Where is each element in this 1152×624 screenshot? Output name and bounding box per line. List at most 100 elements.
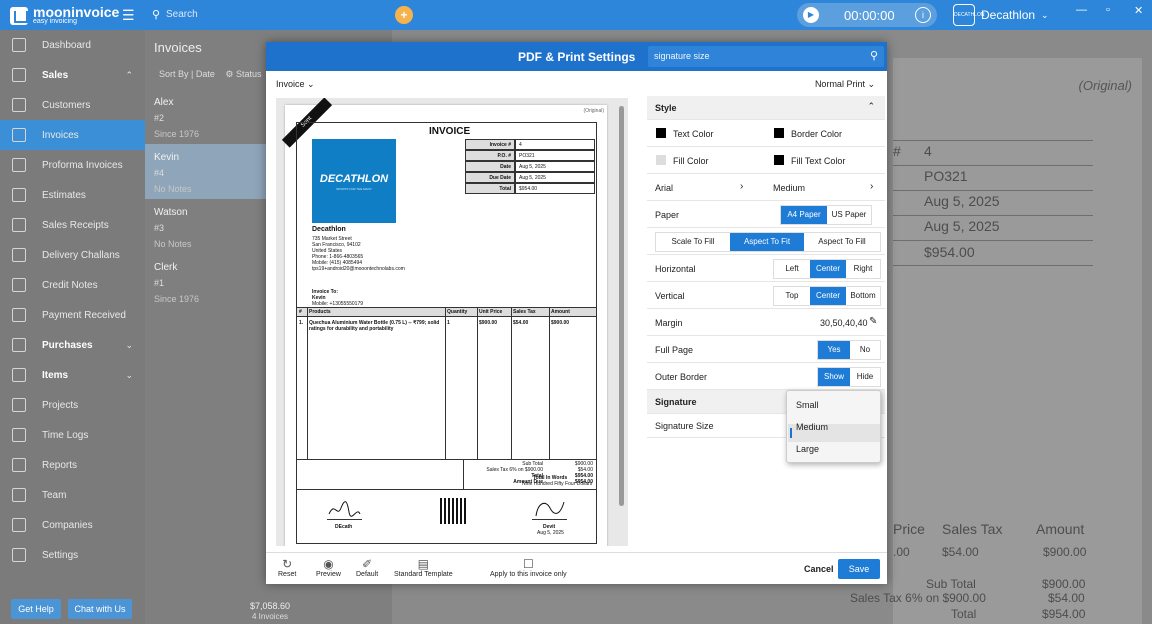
search-icon[interactable]: ⚲ <box>870 49 878 62</box>
invoice-number: #1 <box>154 278 165 288</box>
aspect-to-fill-button[interactable]: Aspect To Fill <box>804 233 880 251</box>
fill-color-swatch[interactable] <box>656 155 666 165</box>
print-mode-dropdown[interactable]: Normal Print ⌄ <box>815 79 875 90</box>
horizontal-segmented: Left Center Right <box>773 259 881 279</box>
full-page-no-button[interactable]: No <box>850 341 880 359</box>
preview-meta-value: PO321 <box>515 150 595 161</box>
play-icon[interactable]: ▶ <box>803 7 819 23</box>
sidebar-item-delivery-challans[interactable]: Delivery Challans <box>0 240 145 270</box>
us-paper-button[interactable]: US Paper <box>827 206 871 224</box>
align-middle-button[interactable]: Center <box>810 287 846 305</box>
add-new-button[interactable]: + <box>395 6 413 24</box>
sidebar-item-payment-received[interactable]: Payment Received <box>0 300 145 330</box>
chevron-right-icon[interactable]: › <box>740 181 743 192</box>
align-left-button[interactable]: Left <box>774 260 810 278</box>
sort-dropdown[interactable]: Sort By | Date <box>159 69 215 79</box>
apply-this-invoice-checkbox[interactable]: ☐ Apply to this invoice only <box>490 557 567 578</box>
vertical-row: Vertical Top Center Bottom <box>647 282 885 309</box>
align-top-button[interactable]: Top <box>774 287 810 305</box>
size-option-small[interactable]: Small <box>796 400 819 410</box>
list-tools: Sort By | Date ⚙ Status <box>159 69 261 80</box>
standard-template-button[interactable]: ▤ Standard Template <box>394 557 453 578</box>
estimate-icon <box>12 188 26 202</box>
text-color-swatch[interactable] <box>656 128 666 138</box>
save-button[interactable]: Save <box>838 559 880 579</box>
app-logo[interactable]: mooninvoice easy invoicing <box>10 5 119 26</box>
cancel-button[interactable]: Cancel <box>804 564 834 574</box>
dashboard-icon <box>12 38 26 52</box>
sidebar-item-time-logs[interactable]: Time Logs <box>0 420 145 450</box>
align-center-button[interactable]: Center <box>810 260 846 278</box>
preview-sign-date: Aug 5, 2025 <box>537 530 564 536</box>
chevron-right-icon[interactable]: › <box>870 181 873 192</box>
global-search-input[interactable]: Search <box>166 9 198 20</box>
sidebar-item-reports[interactable]: Reports <box>0 450 145 480</box>
preview-page: Sent (Original) INVOICE DECATHLON SPORTS… <box>281 98 607 546</box>
sidebar-item-sales[interactable]: Sales ⌃ <box>0 60 145 90</box>
get-help-button[interactable]: Get Help <box>11 599 61 619</box>
info-icon[interactable]: i <box>915 7 931 23</box>
sidebar-item-invoices[interactable]: Invoices <box>0 120 145 150</box>
company-switcher[interactable]: DECATHLON Decathlon ⌄ <box>953 4 1049 26</box>
size-option-medium[interactable]: Medium <box>796 422 828 432</box>
preview-meta-value: 4 <box>515 139 595 150</box>
sidebar-item-purchases[interactable]: Purchases ⌄ <box>0 330 145 360</box>
maximize-icon[interactable]: ▫ <box>1106 4 1110 16</box>
preview-button[interactable]: ◉ Preview <box>316 557 341 578</box>
mooninvoice-logo-icon <box>10 7 28 25</box>
default-button[interactable]: ✐ Default <box>356 557 378 578</box>
border-color-swatch[interactable] <box>774 128 784 138</box>
sidebar-item-customers[interactable]: Customers <box>0 90 145 120</box>
bg-tax-label: Sales Tax 6% on $900.00 <box>850 591 986 605</box>
sidebar-item-dashboard[interactable]: Dashboard <box>0 30 145 60</box>
status-filter[interactable]: Status <box>236 69 262 79</box>
font-family-selector[interactable]: Arial <box>655 183 673 193</box>
style-section-header[interactable]: Style ⌃ <box>647 96 885 120</box>
preview-meta-label: P.O. # <box>465 150 515 161</box>
preview-meta-value: $954.00 <box>515 183 595 194</box>
customer-name: Watson <box>154 207 188 218</box>
aspect-to-fit-button[interactable]: Aspect To Fit <box>730 233 804 251</box>
sidebar-item-settings[interactable]: Settings <box>0 540 145 570</box>
outer-border-hide-button[interactable]: Hide <box>850 368 880 386</box>
sidebar-item-estimates[interactable]: Estimates <box>0 180 145 210</box>
full-page-yes-button[interactable]: Yes <box>818 341 850 359</box>
edit-pencil-icon[interactable]: ✎ <box>869 316 877 327</box>
sidebar-item-companies[interactable]: Companies <box>0 510 145 540</box>
preview-sign-left: DEcath <box>335 524 353 530</box>
settings-search-input[interactable]: signature size ⚲ <box>648 46 884 67</box>
sidebar-item-team[interactable]: Team <box>0 480 145 510</box>
invoice-preview: Sent (Original) INVOICE DECATHLON SPORTS… <box>276 98 628 546</box>
sidebar-item-sales-receipts[interactable]: Sales Receipts <box>0 210 145 240</box>
sidebar-item-items[interactable]: Items ⌄ <box>0 360 145 390</box>
timer-display: 00:00:00 <box>844 8 895 23</box>
close-icon[interactable]: ✕ <box>1134 4 1143 17</box>
sidebar-item-proforma-invoices[interactable]: Proforma Invoices <box>0 150 145 180</box>
projects-icon <box>12 398 26 412</box>
size-option-large[interactable]: Large <box>796 444 819 454</box>
style-header-label: Style <box>655 103 677 113</box>
sidebar-item-projects[interactable]: Projects <box>0 390 145 420</box>
fill-text-color-swatch[interactable] <box>774 155 784 165</box>
invoice-number: #2 <box>154 113 165 123</box>
sidebar-item-label: Companies <box>42 519 93 531</box>
reset-button[interactable]: ↻ Reset <box>278 557 296 578</box>
a4-paper-button[interactable]: A4 Paper <box>781 206 827 224</box>
document-type-dropdown[interactable]: Invoice ⌄ <box>276 79 315 90</box>
team-icon <box>12 488 26 502</box>
qr-code <box>440 498 466 524</box>
minimize-icon[interactable]: — <box>1076 4 1087 16</box>
align-bottom-button[interactable]: Bottom <box>846 287 880 305</box>
bg-total-value: $954.00 <box>1042 607 1086 621</box>
preview-scrollbar[interactable] <box>619 106 624 506</box>
chat-with-us-button[interactable]: Chat with Us <box>68 599 132 619</box>
sidebar-item-credit-notes[interactable]: Credit Notes <box>0 270 145 300</box>
outer-border-show-button[interactable]: Show <box>818 368 850 386</box>
original-label: (Original) <box>1078 78 1132 93</box>
font-weight-selector[interactable]: Medium <box>773 183 805 193</box>
items-icon <box>12 368 26 382</box>
menu-icon[interactable]: ☰ <box>122 7 135 24</box>
align-right-button[interactable]: Right <box>846 260 880 278</box>
scale-to-fill-button[interactable]: Scale To Fill <box>656 233 730 251</box>
signature-header-label: Signature <box>655 397 697 407</box>
